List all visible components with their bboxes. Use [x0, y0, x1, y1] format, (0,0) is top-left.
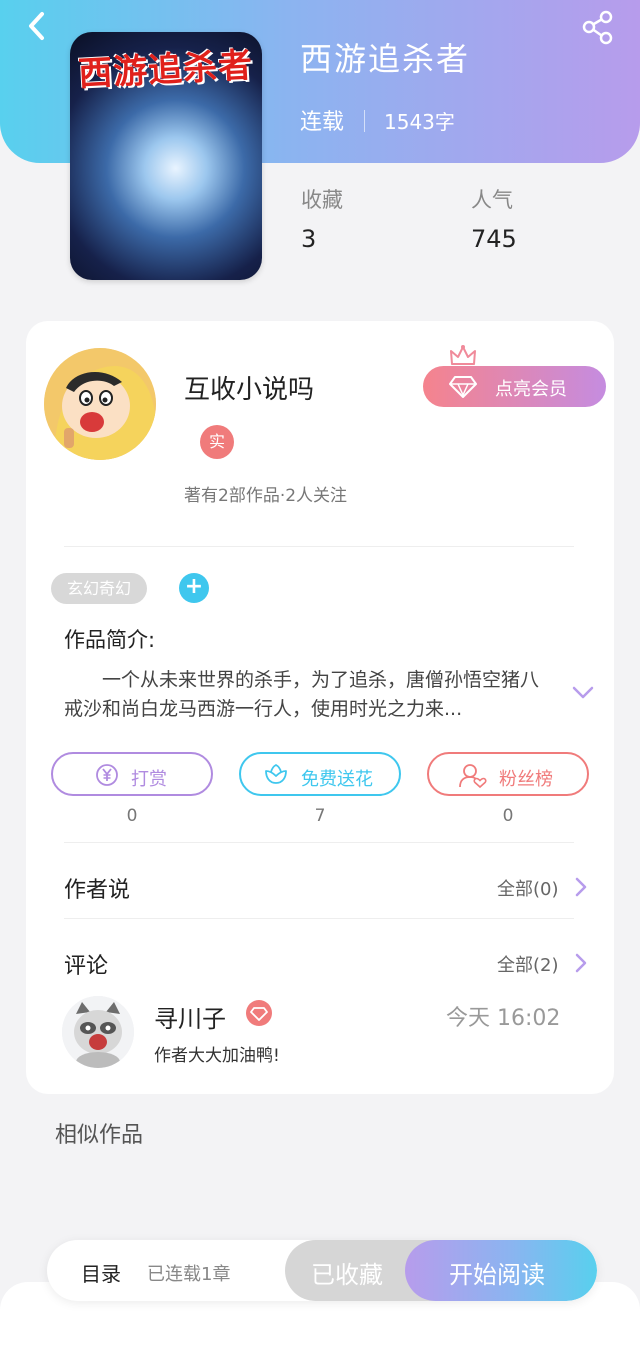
divider — [64, 918, 574, 919]
popularity-label: 人气 — [471, 188, 513, 212]
favorited-label: 已收藏 — [311, 1261, 383, 1289]
send-flower-button[interactable]: 免费送花 — [239, 752, 401, 796]
chevron-right-icon[interactable] — [572, 952, 590, 974]
vip-button-label: 点亮会员 — [495, 379, 567, 400]
author-meta: 著有2部作品·2人关注 — [184, 486, 348, 506]
author-says-title: 作者说 — [64, 878, 131, 903]
diamond-icon — [449, 376, 477, 398]
add-tag-button[interactable]: + — [179, 573, 209, 603]
comments-all-link[interactable]: 全部(2) — [497, 951, 559, 977]
comments-title: 评论 — [64, 954, 109, 979]
verified-badge: 实 — [200, 425, 234, 459]
chevron-left-icon — [29, 12, 44, 40]
fan-rank-button[interactable]: 粉丝榜 — [427, 752, 589, 796]
popularity-value: 745 — [471, 225, 517, 253]
diamond-icon — [250, 1007, 268, 1021]
raccoon-avatar-icon — [62, 996, 134, 1068]
similar-works-title: 相似作品 — [55, 1123, 144, 1148]
intro-text: 一个从未来世界的杀手，为了追杀，唐僧孙悟空猪八戒沙和尚白龙马西游一行人，使用时光… — [64, 669, 540, 720]
member-badge — [246, 1000, 272, 1026]
author-says-all-link[interactable]: 全部(0) — [497, 875, 559, 901]
chevron-right-icon[interactable] — [572, 876, 590, 898]
share-icon — [582, 10, 613, 45]
start-reading-label: 开始阅读 — [449, 1261, 545, 1289]
chapter-count: 已连载1章 — [147, 1264, 231, 1285]
toc-label: 目录 — [81, 1262, 121, 1286]
flower-icon — [265, 763, 287, 784]
author-avatar[interactable] — [44, 348, 156, 460]
table-of-contents-button[interactable]: 目录 已连载1章 — [47, 1240, 287, 1301]
serial-status: 连载 — [300, 110, 345, 135]
fan-icon — [459, 764, 487, 789]
cartoon-avatar-icon — [44, 348, 156, 460]
chevron-down-icon[interactable] — [570, 683, 596, 703]
reward-count: 0 — [126, 806, 138, 826]
genre-tag[interactable]: 玄幻奇幻 — [51, 573, 147, 604]
share-button[interactable] — [580, 10, 616, 46]
favorites-value: 3 — [301, 225, 317, 253]
start-reading-button[interactable]: 开始阅读 — [405, 1240, 597, 1301]
commenter-name[interactable]: 寻川子 — [154, 999, 226, 1034]
back-button[interactable] — [20, 8, 56, 44]
author-name[interactable]: 互收小说吗 — [184, 369, 314, 406]
divider — [64, 546, 574, 547]
send-flower-label: 免费送花 — [301, 769, 373, 790]
word-count: 1543字 — [384, 110, 455, 134]
favorites-label: 收藏 — [301, 188, 343, 212]
intro-label: 作品简介: — [64, 628, 156, 652]
commenter-avatar[interactable] — [62, 996, 134, 1068]
divider — [64, 842, 574, 843]
fan-count: 0 — [502, 806, 514, 826]
reward-button[interactable]: 打赏 — [51, 752, 213, 796]
divider — [364, 110, 365, 132]
comment-time: 今天 16:02 — [446, 1006, 561, 1031]
crown-icon — [450, 345, 476, 365]
reward-label: 打赏 — [131, 769, 167, 790]
bottom-action-bar: 目录 已连载1章 已收藏 开始阅读 — [47, 1240, 597, 1301]
fan-rank-label: 粉丝榜 — [499, 769, 553, 790]
flower-count: 7 — [314, 806, 326, 826]
book-cover[interactable]: 西游追杀者 — [70, 32, 262, 280]
book-title: 西游追杀者 — [300, 40, 471, 78]
comment-text: 作者大大加油鸭! — [154, 1046, 280, 1066]
yen-icon — [96, 764, 118, 786]
cover-title: 西游追杀者 — [77, 45, 255, 95]
